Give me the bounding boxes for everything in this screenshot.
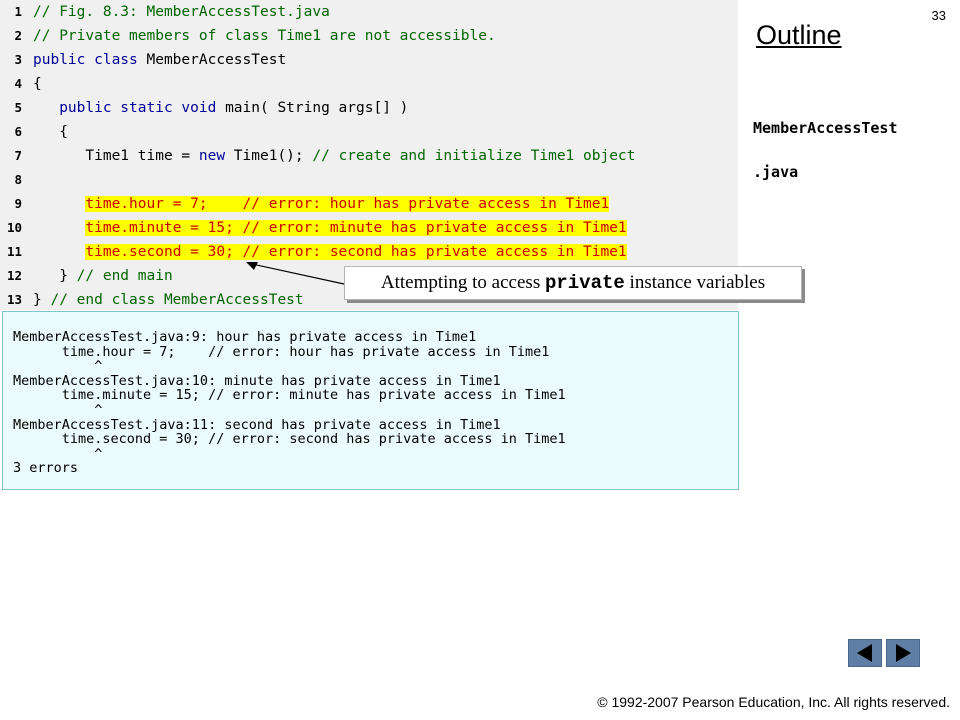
left-triangle-icon (857, 644, 872, 662)
callout-box: Attempting to access private instance va… (344, 266, 802, 300)
callout-keyword: private (544, 272, 625, 294)
copyright-footer: © 1992-2007 Pearson Education, Inc. All … (597, 694, 950, 710)
next-slide-button[interactable] (886, 639, 920, 667)
callout-prefix: Attempting to access (380, 272, 545, 293)
callout-arrow (246, 262, 345, 285)
right-triangle-icon (896, 644, 911, 662)
callout-suffix: instance variables (624, 272, 766, 293)
previous-slide-button[interactable] (848, 639, 882, 667)
